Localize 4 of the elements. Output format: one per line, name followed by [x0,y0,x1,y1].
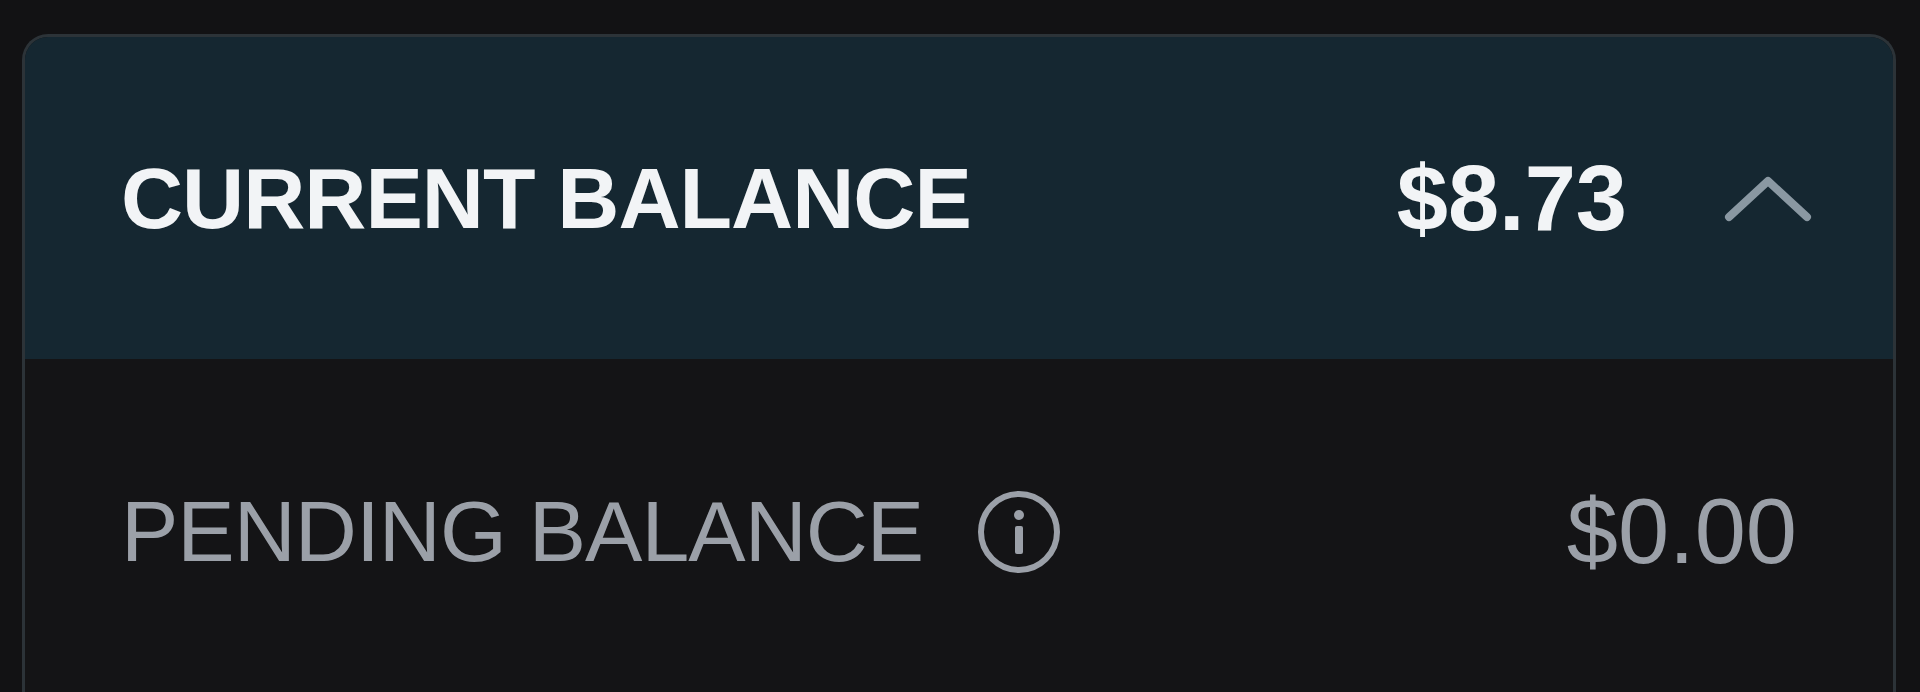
current-balance-label: CURRENT BALANCE [121,148,971,248]
pending-balance-amount: $0.00 [1566,479,1797,584]
current-balance-amount: $8.73 [1396,145,1627,251]
pending-balance-label: PENDING BALANCE [121,482,924,581]
